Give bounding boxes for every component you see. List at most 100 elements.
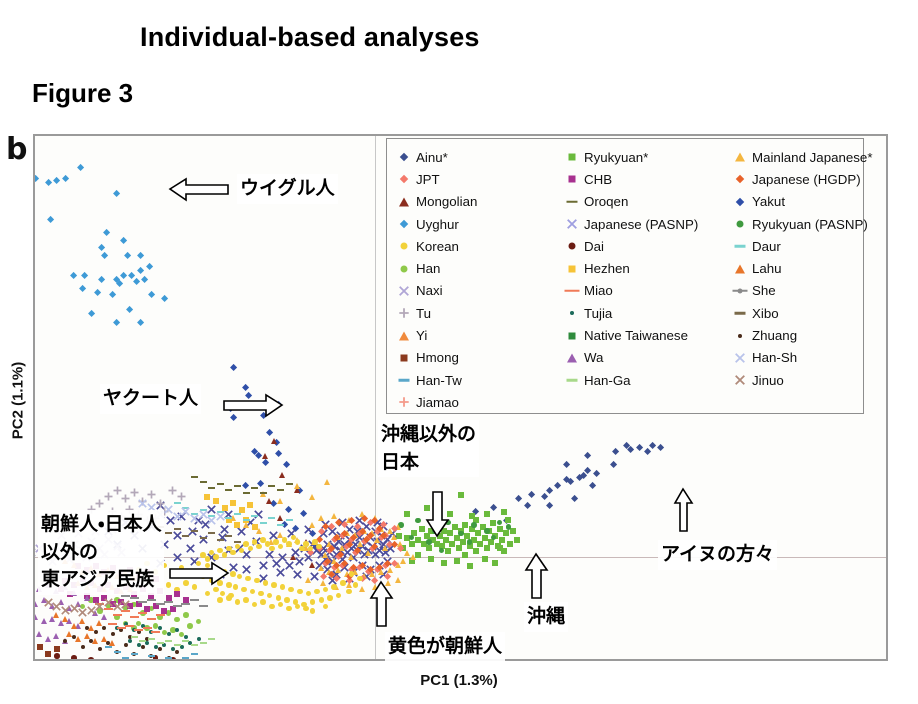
scatter-point	[195, 618, 202, 625]
legend-item-label: Oroqen	[584, 194, 629, 210]
legend-item[interactable]: Jinuo	[733, 373, 873, 388]
scatter-point	[165, 594, 172, 601]
scatter-point	[54, 653, 60, 659]
scatter-point	[165, 657, 173, 659]
scatter-point	[95, 499, 104, 508]
scatter-point	[309, 493, 316, 500]
scatter-point	[277, 543, 284, 549]
scatter-point	[40, 618, 47, 625]
legend-item-label: CHB	[584, 171, 613, 187]
legend-item[interactable]: Yakut	[733, 194, 873, 209]
legend-item[interactable]: Japanese (PASNP)	[565, 217, 733, 232]
scatter-point	[53, 177, 61, 185]
scatter-point	[204, 590, 211, 597]
scatter-point	[216, 482, 224, 485]
scatter-point	[96, 620, 103, 627]
scatter-point	[317, 515, 324, 522]
legend-item[interactable]: Daur	[733, 239, 873, 254]
legend-item[interactable]: Ryukyuan*	[565, 150, 733, 165]
legend-item[interactable]: Japanese (HGDP)	[733, 172, 873, 187]
legend-item[interactable]: Ainu*	[397, 150, 565, 165]
scatter-point	[265, 428, 274, 436]
scatter-point	[245, 575, 251, 582]
legend-item-label: Xibo	[752, 305, 779, 321]
legend-item[interactable]: Hezhen	[565, 261, 733, 276]
legend-item[interactable]: Dai	[565, 239, 733, 254]
legend-item-label: JPT	[416, 171, 440, 187]
legend-item[interactable]: Han	[397, 261, 565, 276]
scatter-point	[100, 614, 107, 620]
legend-item[interactable]: Mainland Japanese*	[733, 150, 873, 165]
scatter-point	[113, 318, 121, 327]
legend-item[interactable]: Yi	[397, 328, 565, 343]
legend-marker-diamond-icon	[397, 151, 410, 164]
legend-item[interactable]: Han-Sh	[733, 350, 873, 365]
scatter-point	[134, 629, 143, 632]
legend-item[interactable]: Tujia	[565, 306, 733, 321]
scatter-point	[592, 469, 601, 477]
legend-item[interactable]: Native Taiwanese	[565, 328, 733, 343]
scatter-point	[262, 580, 269, 586]
legend-item[interactable]: Uyghur	[397, 217, 565, 232]
arrow-right-yakut	[222, 392, 284, 418]
scatter-point	[121, 594, 131, 597]
scatter-point	[309, 599, 316, 605]
legend-item[interactable]: Naxi	[397, 283, 565, 298]
legend-item[interactable]: Mongolian	[397, 194, 565, 209]
scatter-point	[119, 237, 128, 245]
scatter-point	[173, 528, 181, 531]
scatter-point	[288, 586, 294, 592]
scatter-point	[324, 478, 331, 485]
legend-item[interactable]: Han-Tw	[397, 373, 565, 388]
legend-marker-square-icon	[565, 262, 578, 275]
scatter-point	[190, 652, 198, 655]
scatter-point	[144, 605, 151, 612]
scatter-point	[269, 603, 275, 610]
legend-item[interactable]: Xibo	[733, 306, 873, 321]
scatter-point	[46, 215, 55, 224]
scatter-point	[196, 636, 201, 641]
scatter-point	[259, 491, 267, 494]
legend-item-label: Jinuo	[752, 372, 784, 388]
arrow-left-uyghur	[168, 176, 230, 202]
legend-item-label: Yi	[416, 328, 428, 344]
scatter-point	[541, 493, 549, 501]
legend-marker-x-icon	[733, 374, 746, 387]
legend-item[interactable]: CHB	[565, 172, 733, 187]
scatter-point	[657, 443, 665, 452]
arrow-up-korean	[368, 580, 394, 628]
legend-item[interactable]: Miao	[564, 283, 733, 298]
legend-item[interactable]: Wa	[565, 350, 733, 365]
scatter-point	[35, 614, 38, 620]
legend-item-label: Ryukyuan (PASNP)	[752, 216, 868, 232]
figure-label: Figure 3	[32, 78, 134, 108]
legend-item[interactable]: Han-Ga	[565, 373, 733, 388]
scatter-point	[295, 556, 305, 566]
legend-item[interactable]: Tu	[397, 306, 565, 321]
scatter-point	[233, 513, 241, 515]
scatter-point	[238, 506, 245, 513]
scatter-point	[490, 519, 497, 526]
legend-item[interactable]: Lahu	[733, 261, 873, 276]
scatter-point	[199, 642, 207, 644]
legend-item[interactable]: Ryukyuan (PASNP)	[733, 217, 873, 232]
scatter-point	[76, 164, 85, 172]
legend-item[interactable]: Zhuang	[733, 328, 873, 343]
legend-item[interactable]: Jiamao	[397, 395, 565, 410]
legend-item[interactable]: Oroqen	[565, 194, 733, 209]
scatter-point	[70, 271, 78, 280]
legend-marker-tri-icon	[397, 329, 410, 342]
scatter-point	[471, 522, 477, 528]
scatter-point	[322, 586, 329, 592]
legend-item[interactable]: She	[732, 283, 873, 298]
scatter-point	[83, 594, 90, 601]
scatter-point	[415, 536, 421, 543]
legend-item[interactable]: Hmong	[397, 350, 565, 365]
scatter-point	[571, 495, 579, 503]
legend-item[interactable]: Korean	[397, 239, 565, 254]
scatter-point	[266, 592, 273, 599]
scatter-point	[241, 565, 251, 575]
scatter-point	[217, 597, 223, 603]
legend-marker-x-icon	[397, 284, 410, 297]
legend-item[interactable]: JPT	[397, 172, 565, 187]
